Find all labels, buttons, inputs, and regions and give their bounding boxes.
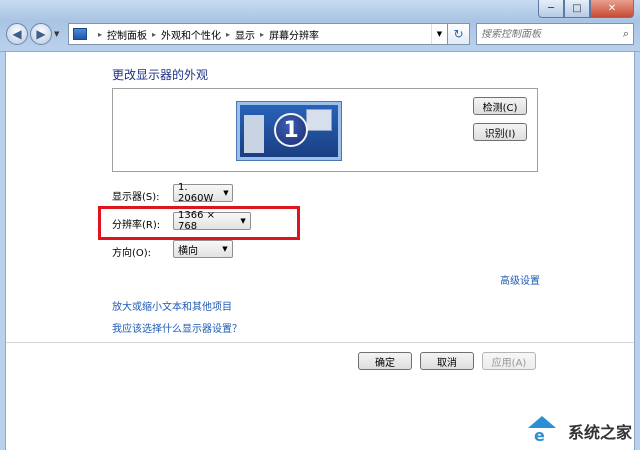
refresh-button[interactable]: ↻: [448, 23, 470, 45]
chevron-right-icon[interactable]: ▸: [152, 30, 156, 39]
search-input[interactable]: [481, 28, 623, 40]
which-settings-link[interactable]: 我应该选择什么显示器设置？: [112, 320, 242, 335]
chevron-right-icon[interactable]: ▸: [260, 30, 264, 39]
display-select-value: 1. 2060W: [178, 182, 214, 204]
back-arrow-icon: ◀: [12, 27, 22, 41]
advanced-settings-link[interactable]: 高级设置: [500, 272, 540, 287]
breadcrumb-control-panel[interactable]: 控制面板: [107, 27, 147, 42]
watermark-logo-icon: e: [524, 416, 564, 446]
page-title: 更改显示器的外观: [112, 68, 209, 82]
identify-button[interactable]: 识别(I): [473, 123, 527, 141]
chevron-down-icon: ▼: [54, 30, 60, 38]
back-button[interactable]: ◀: [6, 23, 28, 45]
window-controls: ─ □ ✕: [538, 0, 634, 18]
chevron-down-icon: ▼: [436, 30, 443, 38]
monitor-number-badge: 1: [274, 113, 308, 147]
orientation-label: 方向(O):: [112, 248, 152, 259]
forward-arrow-icon: ▶: [36, 27, 46, 41]
monitor-window-thumbnail: [306, 109, 332, 131]
window-frame-left: [0, 52, 6, 450]
cancel-button[interactable]: 取消: [420, 352, 474, 370]
maximize-button[interactable]: □: [564, 0, 590, 18]
content-area: 更改显示器的外观 1 检测(C) 识别(I) 显示器(S): 1. 2060W …: [0, 52, 640, 450]
orientation-select[interactable]: 横向 ▼: [173, 240, 233, 258]
close-button[interactable]: ✕: [590, 0, 634, 18]
breadcrumb-display[interactable]: 显示: [235, 27, 255, 42]
search-icon[interactable]: ⌕: [623, 27, 629, 41]
display-select[interactable]: 1. 2060W ▼: [173, 182, 233, 204]
breadcrumb-screen-resolution[interactable]: 屏幕分辨率: [269, 27, 319, 42]
control-panel-icon: [73, 28, 87, 40]
navigation-bar: ◀ ▶ ▼ ▸ 控制面板 ▸ 外观和个性化 ▸ 显示 ▸ 屏幕分辨率 ▼ ↻ ⌕: [6, 22, 634, 46]
chevron-right-icon[interactable]: ▸: [226, 30, 230, 39]
separator: [0, 342, 640, 343]
watermark: e 系统之家: [524, 416, 632, 446]
refresh-icon: ↻: [453, 27, 464, 41]
address-dropdown[interactable]: ▼: [431, 24, 447, 44]
recent-pages-dropdown[interactable]: ▼: [54, 30, 64, 38]
detect-button[interactable]: 检测(C): [473, 97, 527, 115]
monitor-1-preview[interactable]: 1: [237, 102, 341, 160]
window-frame: ─ □ ✕ ◀ ▶ ▼ ▸ 控制面板 ▸ 外观和个性化 ▸ 显示 ▸ 屏幕分辨率…: [0, 0, 640, 52]
search-box[interactable]: ⌕: [476, 23, 634, 45]
display-label: 显示器(S):: [112, 192, 160, 203]
window-frame-right: [634, 52, 640, 450]
chevron-right-icon: ▸: [98, 29, 103, 39]
address-bar[interactable]: ▸ 控制面板 ▸ 外观和个性化 ▸ 显示 ▸ 屏幕分辨率 ▼: [68, 23, 448, 45]
chevron-down-icon: ▼: [223, 189, 229, 197]
monitor-preview-panel: 1 检测(C) 识别(I): [112, 88, 538, 172]
orientation-select-value: 横向: [178, 245, 198, 257]
ok-button[interactable]: 确定: [358, 352, 412, 370]
breadcrumb-appearance[interactable]: 外观和个性化: [161, 27, 221, 42]
resolution-highlight-box: [98, 206, 300, 240]
monitor-window-thumbnail: [244, 115, 264, 153]
chevron-down-icon: ▼: [222, 245, 228, 253]
forward-button[interactable]: ▶: [30, 23, 52, 45]
text-size-link[interactable]: 放大或缩小文本和其他项目: [112, 298, 232, 313]
apply-button[interactable]: 应用(A): [482, 352, 536, 370]
minimize-button[interactable]: ─: [538, 0, 564, 18]
watermark-text: 系统之家: [567, 423, 632, 442]
